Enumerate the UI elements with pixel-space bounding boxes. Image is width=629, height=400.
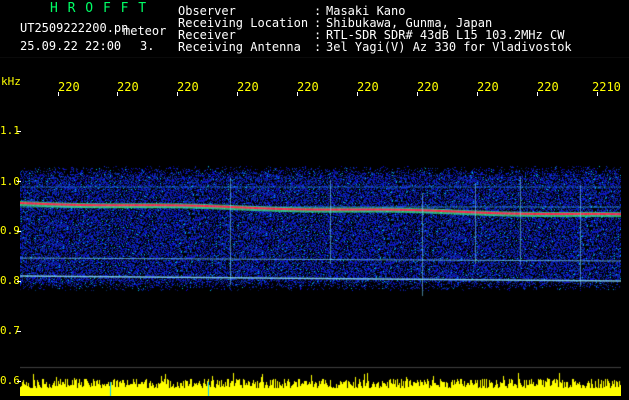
x-tick-label-0: 220 [58,80,80,94]
spectrogram-panel [20,95,621,396]
x-tick-label-8: 220 [537,80,559,94]
header-divider [0,57,629,58]
x-tick-label-5: 220 [357,80,379,94]
x-tick-8 [537,92,538,96]
meteor-count: 3. [140,39,155,53]
x-tick-7 [477,92,478,96]
x-tick-6 [417,92,418,96]
x-tick-2 [177,92,178,96]
date-time: 25.09.22 22:00 [20,39,122,53]
x-tick-0 [58,92,59,96]
y-tick-1 [17,181,21,182]
hrofft-viewer: H R O F F T UT2509222200.pn meteor 25.09… [0,0,629,400]
x-tick-label-2: 220 [177,80,199,94]
y-tick-5 [17,381,21,382]
antenna-label: Receiving Antenna [178,40,301,54]
x-tick-4 [297,92,298,96]
x-tick-label-3: 220 [237,80,259,94]
file-name: UT2509222200.pn [20,21,129,35]
x-tick-9 [597,92,598,96]
y-tick-3 [17,281,21,282]
unit-label: kHz [1,75,21,88]
x-tick-label-1: 220 [117,80,139,94]
x-tick-1 [117,92,118,96]
y-tick-4 [17,331,21,332]
y-tick-2 [17,231,21,232]
y-tick-0 [17,131,21,132]
x-tick-3 [237,92,238,96]
meteor-label: meteor [123,24,167,38]
spectrogram-canvas [20,95,621,396]
x-tick-label-6: 220 [417,80,439,94]
x-tick-label-4: 220 [297,80,319,94]
antenna-value: 3el Yagi(V) Az 330 for Vladivostok [326,40,572,54]
app-title: H R O F F T [50,1,148,16]
x-tick-label-7: 220 [477,80,499,94]
x-tick-5 [357,92,358,96]
antenna-sep: : [314,40,322,54]
